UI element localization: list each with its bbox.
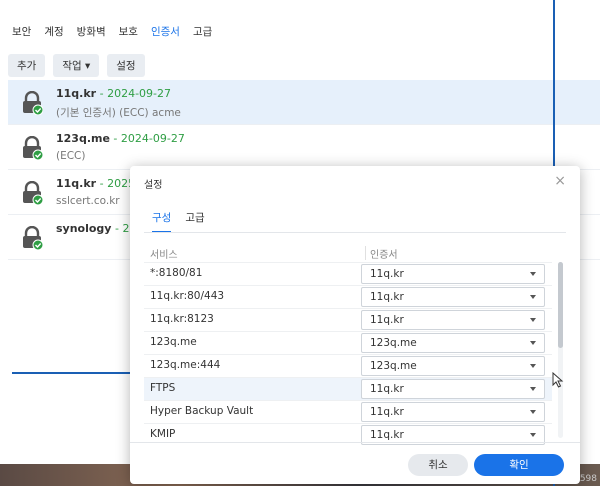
chevron-down-icon — [530, 364, 536, 368]
chevron-down-icon — [530, 387, 536, 391]
mouse-cursor-icon — [552, 371, 564, 388]
chevron-down-icon — [530, 295, 536, 299]
certificate-title: synology - 20 — [56, 222, 136, 235]
certificate-select-value: 11q.kr — [370, 406, 404, 418]
certificate-lock-icon — [21, 180, 44, 206]
certificate-title: 11q.kr - 2024-09-27 — [56, 87, 172, 100]
service-name: 123q.me:444 — [150, 359, 221, 371]
certificate-select[interactable]: 11q.kr — [361, 264, 545, 284]
tab-advanced-settings[interactable]: 고급 — [185, 210, 204, 233]
table-row: FTPS 11q.kr — [144, 377, 552, 400]
settings-button[interactable]: 설정 — [107, 54, 145, 77]
column-header-certificate[interactable]: 인증서 — [370, 246, 398, 261]
table-row: Hyper Backup Vault 11q.kr — [144, 400, 552, 423]
certificate-select-value: 11q.kr — [370, 383, 404, 395]
certificate-lock-icon — [21, 225, 44, 251]
tab-firewall[interactable]: 방화벽 — [77, 24, 106, 39]
background-number: 598 — [579, 474, 597, 484]
close-icon[interactable]: × — [554, 173, 566, 189]
footer-divider — [130, 442, 580, 443]
tab-config[interactable]: 구성 — [152, 210, 172, 233]
ok-button[interactable]: 확인 — [474, 454, 564, 476]
certificate-select[interactable]: 11q.kr — [361, 379, 545, 399]
column-header-service[interactable]: 서비스 — [150, 246, 178, 261]
certificate-row[interactable]: 11q.kr - 2024-09-27 (기본 인증서) (ECC) acme — [8, 80, 600, 125]
chevron-down-icon — [530, 318, 536, 322]
tab-divider — [144, 232, 566, 233]
certificate-select[interactable]: 11q.kr — [361, 310, 545, 330]
table-row: 123q.me:444 123q.me — [144, 354, 552, 377]
service-name: KMIP — [150, 428, 176, 440]
top-tabs: 보안 계정 방화벽 보호 인증서 고급 — [12, 24, 225, 39]
certificate-title: 11q.kr - 2025- — [56, 177, 140, 190]
tab-protection[interactable]: 보호 — [119, 24, 138, 39]
tab-account[interactable]: 계정 — [44, 24, 63, 39]
table-row: 11q.kr:8123 11q.kr — [144, 308, 552, 331]
tab-security[interactable]: 보안 — [12, 24, 31, 39]
certificate-select-value: 11q.kr — [370, 429, 404, 441]
add-button[interactable]: 추가 — [8, 54, 46, 77]
certificate-select-value: 11q.kr — [370, 268, 404, 280]
table-header: 서비스 인증서 — [144, 246, 552, 262]
table-row: *:8180/81 11q.kr — [144, 262, 552, 285]
dialog-title: 설정 — [144, 180, 163, 191]
certificate-lock-icon — [21, 135, 44, 161]
certificate-select-value: 11q.kr — [370, 291, 404, 303]
chevron-down-icon — [530, 341, 536, 345]
tab-certificate[interactable]: 인증서 — [151, 24, 180, 39]
settings-dialog: 설정 × 구성 고급 서비스 인증서 *:8180/81 11q.kr 11q.… — [130, 166, 580, 484]
service-name: FTPS — [150, 382, 176, 394]
certificate-subtitle: (기본 인증서) (ECC) acme — [56, 107, 181, 119]
column-divider — [365, 246, 366, 260]
scrollbar-thumb[interactable] — [558, 262, 563, 348]
certificate-title: 123q.me - 2024-09-27 — [56, 132, 185, 145]
certificate-select[interactable]: 123q.me — [361, 333, 545, 353]
service-name: 11q.kr:8123 — [150, 313, 214, 325]
certificate-subtitle: (ECC) — [56, 150, 86, 162]
service-name: Hyper Backup Vault — [150, 405, 254, 417]
service-name: 11q.kr:80/443 — [150, 290, 225, 302]
service-name: 123q.me — [150, 336, 197, 348]
cancel-button[interactable]: 취소 — [408, 454, 468, 476]
action-dropdown-button[interactable]: 작업 ▾ — [53, 54, 100, 77]
certificate-lock-icon — [21, 90, 44, 116]
toolbar: 추가 작업 ▾ 설정 — [8, 54, 145, 77]
certificate-select-value: 11q.kr — [370, 314, 404, 326]
service-table: *:8180/81 11q.kr 11q.kr:80/443 11q.kr 11… — [144, 262, 552, 446]
chevron-down-icon — [530, 433, 536, 437]
certificate-select[interactable]: 123q.me — [361, 356, 545, 376]
certificate-select-value: 123q.me — [370, 337, 417, 349]
table-row: 11q.kr:80/443 11q.kr — [144, 285, 552, 308]
table-row: 123q.me 123q.me — [144, 331, 552, 354]
tab-advanced[interactable]: 고급 — [193, 24, 212, 39]
certificate-subtitle: sslcert.co.kr — [56, 195, 120, 207]
chevron-down-icon — [530, 410, 536, 414]
certificate-row[interactable]: 123q.me - 2024-09-27 (ECC) — [8, 125, 600, 170]
service-name: *:8180/81 — [150, 267, 203, 279]
certificate-select-value: 123q.me — [370, 360, 417, 372]
chevron-down-icon — [530, 272, 536, 276]
certificate-select[interactable]: 11q.kr — [361, 287, 545, 307]
certificate-select[interactable]: 11q.kr — [361, 402, 545, 422]
dialog-tabs: 구성 고급 — [152, 210, 219, 233]
